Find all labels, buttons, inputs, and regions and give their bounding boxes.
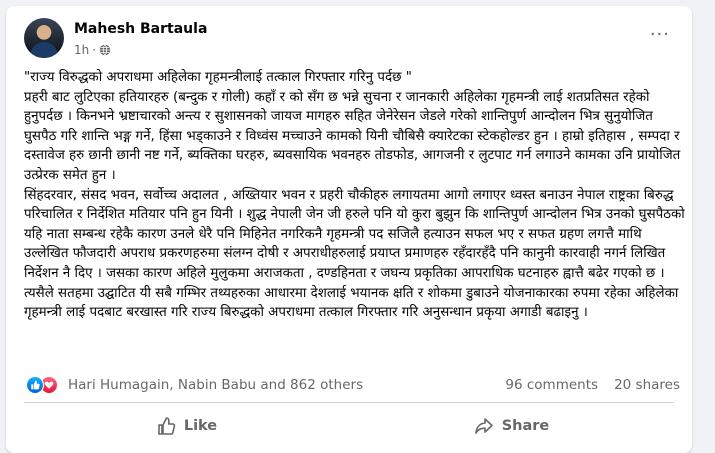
like-button[interactable]: Like (24, 406, 349, 446)
author-name[interactable]: Mahesh Bartaula (74, 21, 207, 37)
avatar[interactable] (24, 18, 64, 58)
globe-icon[interactable] (99, 44, 111, 56)
action-bar: Like Share (24, 406, 674, 446)
reaction-icons[interactable] (26, 376, 66, 396)
post-meta: 1h · (74, 43, 111, 57)
post-header: Mahesh Bartaula 1h · ··· (24, 18, 678, 60)
like-label: Like (183, 418, 218, 434)
thumbs-up-icon (158, 417, 176, 435)
actions-divider (24, 402, 674, 403)
more-options-icon[interactable]: ··· (650, 24, 670, 45)
like-reaction-icon (26, 376, 44, 394)
share-icon (474, 418, 493, 434)
share-button[interactable]: Share (349, 406, 674, 446)
comment-count[interactable]: 96 comments (505, 377, 598, 393)
share-label: Share (501, 418, 550, 434)
post-card: Mahesh Bartaula 1h · ··· "राज्य विरुद्धक… (6, 6, 692, 453)
post-body: "राज्य विरुद्धको अपराधमा अहिलेका गृहमन्त… (24, 70, 685, 321)
reaction-names[interactable]: Hari Humagain, Nabin Babu and 862 others (68, 377, 363, 393)
reactions-row: Hari Humagain, Nabin Babu and 862 others… (26, 372, 680, 398)
engagement-counts: 96 comments 20 shares (505, 377, 680, 393)
post-time[interactable]: 1h (74, 43, 89, 57)
meta-separator: · (92, 43, 97, 57)
share-count[interactable]: 20 shares (614, 377, 680, 393)
